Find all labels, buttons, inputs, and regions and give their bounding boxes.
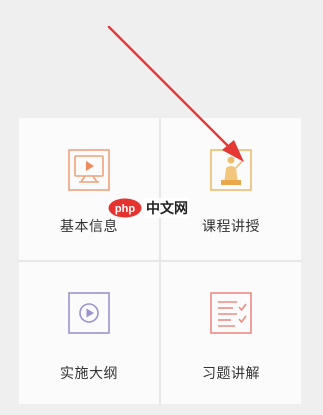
syllabus-label: 实施大纲: [60, 366, 118, 382]
exercise-explanation-label: 习题讲解: [202, 366, 260, 382]
checklist-icon: [210, 292, 252, 334]
course-lecture-tile[interactable]: 课程讲授: [161, 118, 301, 260]
php-logo-icon: php: [108, 198, 142, 218]
watermark-logo-text: php: [115, 203, 135, 215]
course-menu-grid: 基本信息 课程讲授 实施大纲 习题讲解: [19, 118, 301, 404]
syllabus-tile[interactable]: 实施大纲: [19, 262, 159, 404]
teacher-podium-icon: [210, 149, 252, 191]
exercise-explanation-tile[interactable]: 习题讲解: [161, 262, 301, 404]
basic-info-tile[interactable]: 基本信息: [19, 118, 159, 260]
watermark-text: 中文网: [144, 198, 190, 218]
play-box-icon: [68, 292, 110, 334]
php-cn-watermark: php 中文网: [108, 196, 190, 220]
tv-video-icon: [68, 149, 110, 191]
